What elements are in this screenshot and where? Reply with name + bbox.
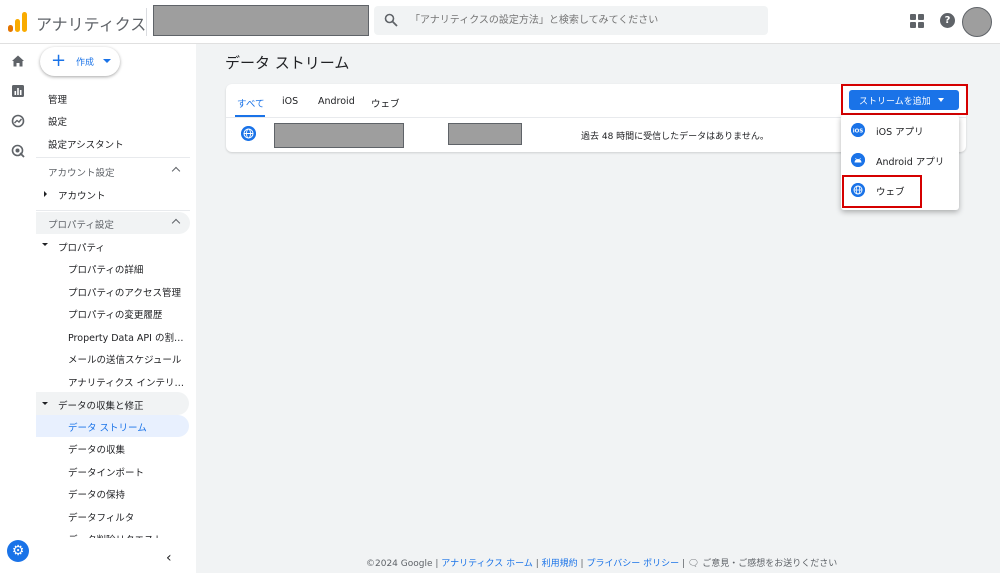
chevron-down-icon [103, 59, 111, 63]
footer-link-analytics-home[interactable]: アナリティクス ホーム [441, 559, 533, 569]
nav-divider [36, 210, 190, 211]
section-account-settings[interactable]: アカウント設定 [36, 160, 190, 182]
header-divider [146, 8, 147, 36]
page-footer: ©2024 Google | アナリティクス ホーム | 利用規約 | プライバ… [366, 559, 838, 569]
chevron-left-icon[interactable]: ‹ [166, 550, 172, 566]
ios-icon: iOS [851, 123, 865, 137]
menu-item-android-app[interactable]: Android アプリ [841, 145, 959, 175]
home-icon[interactable] [11, 54, 25, 68]
search-input[interactable] [410, 11, 750, 30]
create-button-label: 作成 [76, 58, 95, 68]
page-title: データ ストリーム [225, 54, 350, 72]
tab-all[interactable]: すべて [237, 96, 264, 110]
nav-item-analytics-intelligence[interactable]: アナリティクス インテリジェンス [68, 375, 192, 389]
nav-divider [36, 157, 190, 158]
create-button[interactable]: + 作成 [40, 47, 120, 76]
nav-item-property-access[interactable]: プロパティのアクセス管理 [68, 285, 192, 299]
tab-android[interactable]: Android [318, 96, 355, 107]
nav-item-admin[interactable]: 管理 [48, 92, 67, 106]
menu-item-label: Android アプリ [876, 157, 945, 168]
section-title: アカウント設定 [48, 168, 115, 179]
nav-item-account[interactable]: アカウント [58, 188, 106, 202]
app-title[interactable]: アナリティクス [36, 11, 146, 35]
footer-feedback[interactable]: ご意見・ご感想をお送りください [702, 559, 837, 569]
avatar[interactable] [962, 7, 992, 37]
reports-icon[interactable] [11, 84, 25, 98]
nav-item-property-details[interactable]: プロパティの詳細 [68, 262, 192, 276]
nav-group-property[interactable]: プロパティ [58, 240, 105, 254]
nav-item-data-collection[interactable]: データの収集 [68, 442, 192, 456]
globe-icon [241, 126, 256, 141]
footer-link-terms[interactable]: 利用規約 [542, 559, 578, 569]
apps-grid-icon[interactable] [910, 14, 924, 28]
stream-name-redacted[interactable] [274, 123, 404, 148]
nav-item-setup-assistant[interactable]: 設定アシスタント [48, 137, 124, 151]
stream-status-text: 過去 48 時間に受信したデータはありません。 [581, 132, 769, 142]
chevron-down-icon [938, 98, 944, 102]
plus-icon: + [51, 50, 67, 71]
section-property-settings[interactable]: プロパティ設定 [36, 212, 190, 234]
advertising-icon[interactable] [11, 144, 25, 158]
search-bar[interactable] [374, 6, 768, 35]
add-stream-button[interactable]: ストリームを追加 [849, 90, 959, 110]
explore-icon[interactable] [11, 114, 25, 128]
nav-item-data-import[interactable]: データインポート [68, 465, 192, 479]
admin-nav-panel: + 作成 管理 設定 設定アシスタント アカウント設定 アカウント プロパティ設… [36, 44, 196, 573]
chevron-up-icon [171, 166, 181, 176]
tab-web[interactable]: ウェブ [371, 96, 400, 110]
search-icon [384, 13, 398, 27]
nav-item-data-filters[interactable]: データフィルタ [68, 510, 192, 524]
annotation-highlight-web [842, 175, 922, 208]
nav-item-data-streams[interactable]: データ ストリーム [68, 420, 192, 434]
feedback-icon[interactable]: 🗨 [688, 559, 699, 569]
nav-item-email-schedule[interactable]: メールの送信スケジュール [68, 352, 192, 366]
section-title: プロパティ設定 [48, 220, 114, 231]
stream-id-redacted [448, 123, 522, 145]
add-stream-label: ストリームを追加 [859, 97, 931, 107]
footer-link-privacy[interactable]: プライバシー ポリシー [586, 559, 679, 569]
left-rail [0, 44, 36, 573]
settings-gear-icon[interactable]: ⚙ [7, 540, 29, 562]
nav-item-settings[interactable]: 設定 [48, 114, 67, 128]
nav-item-property-history[interactable]: プロパティの変更履歴 [68, 307, 192, 321]
menu-item-label: iOS アプリ [876, 127, 924, 138]
expand-arrow-icon[interactable] [44, 191, 47, 197]
menu-item-ios-app[interactable]: iOS iOS アプリ [841, 115, 959, 145]
chevron-up-icon [171, 218, 181, 228]
analytics-logo-icon[interactable] [8, 12, 28, 32]
account-selector-redacted[interactable] [153, 5, 369, 36]
nav-item-property-data-api[interactable]: Property Data API の割り当て [68, 330, 192, 344]
collapse-arrow-icon[interactable] [42, 243, 48, 246]
collapse-arrow-icon[interactable] [42, 402, 48, 405]
footer-copyright: ©2024 Google [366, 559, 433, 569]
nav-item-data-retention[interactable]: データの保持 [68, 487, 192, 501]
nav-group-data-collection[interactable]: データの収集と修正 [58, 398, 144, 412]
nav-item-data-deletion[interactable]: データ削除リクエスト [68, 532, 192, 538]
help-icon[interactable]: ? [940, 13, 955, 28]
tab-ios[interactable]: iOS [282, 96, 298, 107]
svg-text:iOS: iOS [853, 128, 864, 134]
android-icon [851, 153, 865, 167]
top-header: アナリティクス ? [0, 0, 1000, 44]
